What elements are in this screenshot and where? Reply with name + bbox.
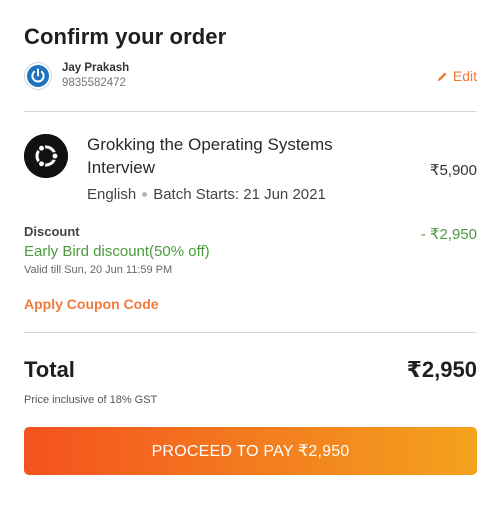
- user-name: Jay Prakash: [62, 62, 130, 74]
- course-icon: [24, 134, 68, 178]
- os-logo-icon: [24, 134, 68, 178]
- edit-label: Edit: [452, 68, 477, 84]
- divider: [24, 111, 477, 112]
- pencil-icon: [437, 71, 447, 81]
- total-label: Total: [24, 357, 75, 382]
- total-amount: ₹2,950: [406, 357, 477, 382]
- apply-coupon-link[interactable]: Apply Coupon Code: [24, 296, 159, 312]
- edit-button[interactable]: Edit: [437, 68, 477, 84]
- user-phone: 9835582472: [62, 77, 126, 89]
- user-info: Jay Prakash 9835582472 Edit: [24, 60, 477, 94]
- discount-name: Early Bird discount(50% off): [24, 243, 210, 260]
- divider: [24, 332, 477, 333]
- power-icon: [27, 65, 49, 87]
- course-language: English: [87, 186, 137, 203]
- course-price: ₹5,900: [429, 162, 477, 179]
- discount-validity: Valid till Sun, 20 Jun 11:59 PM: [24, 264, 173, 276]
- separator-dot: [142, 192, 148, 197]
- course-batch: Batch Starts: 21 Jun 2021: [153, 186, 326, 203]
- avatar: [24, 62, 52, 90]
- course-title: Grokking the Operating Systems Interview: [87, 135, 333, 177]
- proceed-to-pay-button[interactable]: PROCEED TO PAY ₹2,950: [24, 427, 477, 475]
- discount-label: Discount: [24, 224, 80, 239]
- page-title: Confirm your order: [24, 24, 227, 49]
- gst-note: Price inclusive of 18% GST: [24, 394, 158, 406]
- course-meta: English Batch Starts: 21 Jun 2021: [87, 186, 326, 203]
- discount-amount: - ₹2,950: [420, 226, 477, 243]
